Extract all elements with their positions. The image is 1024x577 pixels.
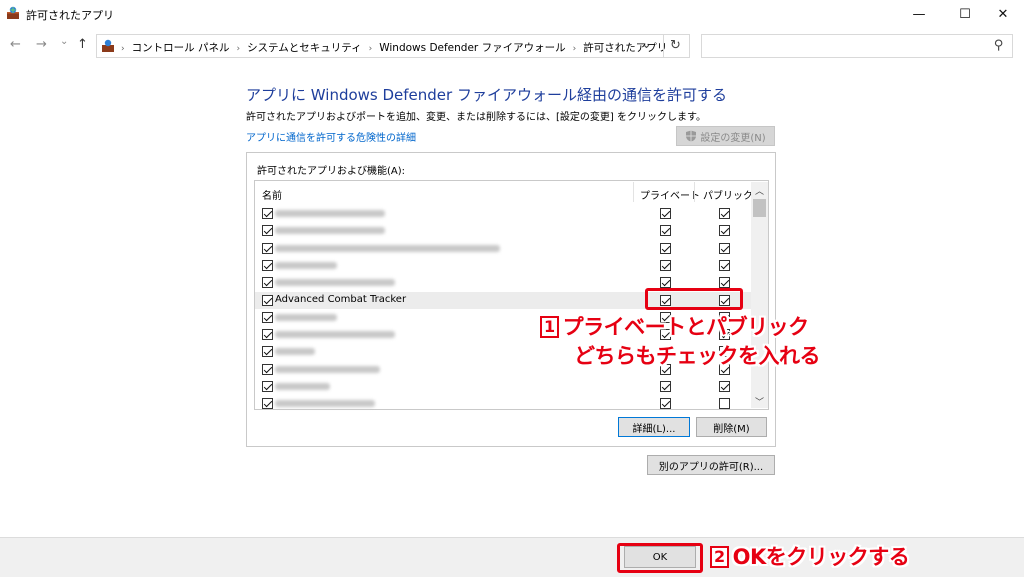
- annotation-step1-line1: 1 プライベートとパブリック: [540, 311, 809, 341]
- divider: [694, 182, 695, 202]
- table-row[interactable]: [255, 240, 751, 257]
- chevron-down-icon[interactable]: ⌄: [641, 37, 652, 52]
- enabled-checkbox[interactable]: [262, 277, 273, 289]
- public-checkbox[interactable]: [719, 259, 730, 271]
- annotation-step1-line2: どちらもチェックを入れる: [574, 344, 821, 368]
- redacted-app-name: [275, 244, 500, 252]
- enabled-checkbox[interactable]: [262, 381, 273, 392]
- recent-locations-button[interactable]: ⌄: [60, 36, 68, 47]
- change-settings-label: 設定の変更(N): [700, 132, 766, 144]
- chevron-right-icon: ›: [572, 44, 577, 54]
- public-checkbox[interactable]: [719, 398, 730, 410]
- chevron-up-icon[interactable]: ︿: [751, 183, 768, 197]
- private-checkbox[interactable]: [660, 381, 671, 392]
- table-row[interactable]: [255, 257, 751, 274]
- enabled-checkbox[interactable]: [262, 346, 273, 358]
- firewall-icon: [102, 39, 114, 52]
- private-checkbox[interactable]: [660, 398, 671, 410]
- breadcrumb-firewall[interactable]: Windows Defender ファイアウォール: [379, 42, 565, 54]
- close-button[interactable]: ✕: [980, 0, 1024, 28]
- page-title: アプリに Windows Defender ファイアウォール経由の通信を許可する: [246, 86, 727, 104]
- enabled-checkbox[interactable]: [262, 294, 273, 306]
- redacted-app-name: [275, 227, 385, 235]
- redacted-app-name: [275, 348, 315, 356]
- highlight-ok-box: [617, 543, 703, 573]
- annotation-step2: 2 OKをクリックする: [710, 541, 910, 571]
- chevron-right-icon: ›: [368, 44, 373, 54]
- redacted-app-name: [275, 210, 385, 217]
- redacted-app-name: [275, 365, 380, 373]
- change-settings-button[interactable]: 設定の変更(N): [676, 126, 775, 146]
- uac-shield-icon: [686, 130, 697, 142]
- back-button[interactable]: ←: [10, 37, 21, 52]
- divider: [663, 35, 664, 57]
- group-label: 許可されたアプリおよび機能(A):: [257, 166, 406, 177]
- private-checkbox[interactable]: [660, 225, 671, 237]
- enabled-checkbox[interactable]: [262, 225, 273, 237]
- firewall-icon: [7, 6, 19, 19]
- redacted-app-name: [275, 279, 395, 287]
- public-checkbox[interactable]: [719, 225, 730, 237]
- public-checkbox[interactable]: [719, 208, 730, 219]
- allow-another-app-button[interactable]: 別のアプリの許可(R)...: [647, 455, 775, 475]
- enabled-checkbox[interactable]: [262, 311, 273, 323]
- forward-button[interactable]: →: [36, 37, 47, 52]
- table-row[interactable]: [255, 378, 751, 395]
- step2-number: 2: [710, 546, 729, 568]
- search-input[interactable]: ⚲: [701, 34, 1013, 58]
- breadcrumb-system-security[interactable]: システムとセキュリティ: [247, 42, 362, 54]
- enabled-checkbox[interactable]: [262, 259, 273, 271]
- column-header-public[interactable]: パブリック: [703, 187, 753, 202]
- chevron-right-icon: ›: [236, 44, 241, 54]
- window-title: 許可されたアプリ: [26, 9, 114, 22]
- enabled-checkbox[interactable]: [262, 208, 273, 219]
- table-row[interactable]: [255, 222, 751, 239]
- refresh-button[interactable]: ↻: [670, 38, 681, 53]
- table-row[interactable]: [255, 395, 751, 412]
- app-name: Advanced Combat Tracker: [275, 293, 407, 305]
- enabled-checkbox[interactable]: [262, 363, 273, 375]
- chevron-down-icon[interactable]: ﹀: [751, 394, 768, 408]
- public-checkbox[interactable]: [719, 381, 730, 392]
- private-checkbox[interactable]: [660, 259, 671, 271]
- private-checkbox[interactable]: [660, 242, 671, 254]
- redacted-app-name: [275, 383, 330, 390]
- divider: [633, 182, 634, 202]
- enabled-checkbox[interactable]: [262, 329, 273, 341]
- remove-button[interactable]: 削除(M): [696, 417, 767, 437]
- column-header-private[interactable]: プライベート: [640, 187, 700, 202]
- redacted-app-name: [275, 331, 395, 339]
- breadcrumb-control-panel[interactable]: コントロール パネル: [132, 42, 230, 54]
- minimize-button[interactable]: —: [896, 0, 942, 28]
- breadcrumb-allowed-apps[interactable]: 許可されたアプリ: [583, 42, 667, 54]
- title-bar: 許可されたアプリ — ☐ ✕: [0, 0, 1024, 28]
- step2-text: OKをクリックする: [732, 545, 910, 569]
- public-checkbox[interactable]: [719, 277, 730, 289]
- step1-text: プライベートとパブリック: [562, 315, 810, 339]
- details-button[interactable]: 詳細(L)...: [618, 417, 690, 437]
- column-header-name[interactable]: 名前: [262, 187, 282, 202]
- enabled-checkbox[interactable]: [262, 242, 273, 254]
- scrollbar-thumb[interactable]: [753, 199, 766, 217]
- private-checkbox[interactable]: [660, 208, 671, 219]
- redacted-app-name: [275, 313, 337, 321]
- breadcrumb: › コントロール パネル › システムとセキュリティ › Windows Defender…: [121, 40, 667, 55]
- table-row[interactable]: [255, 205, 751, 222]
- address-bar[interactable]: › コントロール パネル › システムとセキュリティ › Windows Defender…: [96, 34, 690, 58]
- risk-info-link[interactable]: アプリに通信を許可する危険性の詳細: [246, 129, 416, 144]
- highlight-checkboxes-box: [645, 288, 743, 310]
- redacted-app-name: [275, 400, 375, 408]
- up-button[interactable]: ↑: [77, 37, 88, 52]
- search-icon[interactable]: ⚲: [994, 38, 1004, 53]
- public-checkbox[interactable]: [719, 242, 730, 254]
- navigation-bar: ← → ⌄ ↑ › コントロール パネル › システムとセキュリティ › Windows …: [0, 30, 1024, 60]
- page-description: 許可されたアプリおよびポートを追加、変更、または削除するには、[設定の変更] を…: [246, 112, 706, 123]
- chevron-right-icon: ›: [121, 44, 125, 54]
- redacted-app-name: [275, 261, 337, 269]
- private-checkbox[interactable]: [660, 277, 671, 289]
- step1-number: 1: [540, 316, 559, 338]
- enabled-checkbox[interactable]: [262, 398, 273, 410]
